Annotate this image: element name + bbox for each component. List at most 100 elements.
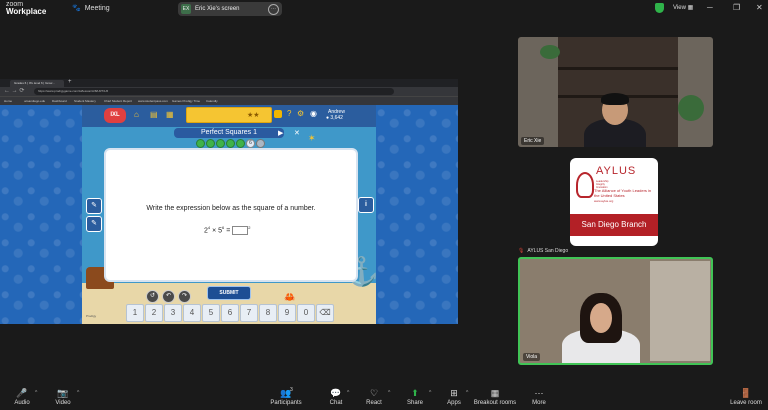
bookmarks-bar: Home ucsandiego.edu Dashboard Student Ma… [0,96,458,105]
back-icon[interactable]: ← → ⟳ [4,87,24,94]
video-tile-eric[interactable]: Eric Xie [518,37,713,147]
react-button[interactable]: ♡ React [363,387,385,406]
bookmark-item[interactable]: ucsandiego.edu [24,98,45,104]
new-tab-button[interactable]: + [68,79,72,85]
participant-name: 🎙 AYLUS San Diego [518,248,569,254]
answer-input[interactable] [232,225,249,235]
pencil-tool-button[interactable]: ✎ [86,198,102,214]
trophy-icon[interactable] [274,110,282,118]
ocean-background-left [0,105,82,324]
undo-button[interactable]: ↶ [162,290,175,303]
video-tile-aylus[interactable]: AYLUS Leadership Integrity Innovation Th… [518,149,713,259]
more-options-icon[interactable]: ⋯ [268,4,279,15]
submit-button[interactable]: SUBMIT [207,286,251,300]
apps-options-chevron-icon[interactable]: ^ [466,390,468,396]
close-panel-icon[interactable]: ✕ [294,129,300,137]
chat-options-chevron-icon[interactable]: ^ [347,390,349,396]
progress-dot-done [226,139,235,148]
eraser-tool-button[interactable]: ✎ [86,216,102,232]
bookmark-item[interactable]: Dashboard [52,98,67,104]
coin-count: ● 3,642 [326,115,343,121]
url-field[interactable]: https://www.prodigygame.com/ixl/lesson/A… [34,88,394,95]
apps-button[interactable]: ⊞ Apps [443,387,465,406]
security-shield-icon[interactable] [655,3,664,13]
key-5[interactable]: 5 [202,304,220,322]
settings-icon[interactable]: ⚙ [297,109,304,118]
key-3[interactable]: 3 [164,304,182,322]
starfish-icon: ✶ [308,133,316,143]
shared-screen: Grades 6 | IXL level 6 | Grow... + ← → ⟳… [0,79,458,324]
video-tile-viola[interactable]: Viola [518,257,713,365]
progress-dot-done [196,139,205,148]
key-1[interactable]: 1 [126,304,144,322]
participants-count: 3 [290,387,293,393]
audio-button[interactable]: 🎤 Audio [11,387,33,406]
participant-name: Viola [523,353,541,361]
home-icon[interactable]: ⌂ [134,110,139,119]
chat-button[interactable]: 💬 Chat [326,387,346,406]
close-button[interactable]: ✕ [756,3,763,12]
share-button[interactable]: ⬆ Share [404,387,426,406]
key-4[interactable]: 4 [183,304,201,322]
bookmark-item[interactable]: Calendly [206,98,218,104]
game-header: IXL ⌂ ▤ ▦ ★★ ? ⚙ ◉ Andrew ● 3,642 [82,105,376,127]
bookmark-item[interactable]: Games Prodigy Time [172,98,200,104]
reset-button[interactable]: ↺ [146,290,159,303]
screen-share-indicator[interactable]: EX Eric Xie's screen ⋯ [178,2,282,16]
progress-dot-done [206,139,215,148]
leave-icon: 🚪 [740,388,752,398]
meeting-toolbar: 🎤 Audio ^ 📷 Video ^ 👥 3 Participants 💬 Chat… [0,384,768,410]
progress-dot-done [236,139,245,148]
game-frame: IXL ⌂ ▤ ▦ ★★ ? ⚙ ◉ Andrew ● 3,642 Perfec… [0,105,458,324]
more-button[interactable]: ⋯ More [528,387,550,406]
key-7[interactable]: 7 [240,304,258,322]
bookmark-item[interactable]: Student Mastery [74,98,96,104]
game-area: IXL ⌂ ▤ ▦ ★★ ? ⚙ ◉ Andrew ● 3,642 Perfec… [82,105,376,324]
play-audio-icon[interactable]: ▶ [278,129,283,137]
question-prompt: Write the expression below as the square… [146,205,316,212]
sharer-avatar: EX [181,4,191,14]
avatar-icon[interactable]: ◉ [310,109,317,118]
more-icon: ⋯ [534,388,544,398]
react-options-chevron-icon[interactable]: ^ [388,390,390,396]
share-title: Eric Xie's screen [195,6,240,12]
minimize-button[interactable]: ─ [707,3,713,12]
bookmark-item[interactable]: Home [4,98,12,104]
microphone-muted-icon: 🎤 [16,388,28,398]
skill-title: Perfect Squares 1 [174,128,284,138]
bookmark-item[interactable]: Chief Student Report [104,98,132,104]
video-button[interactable]: 📷 Video [52,387,74,406]
map-icon[interactable]: ▦ [166,110,174,119]
muted-mic-icon: 🎙 [518,248,525,254]
share-options-chevron-icon[interactable]: ^ [429,390,431,396]
game-logo[interactable]: IXL [104,108,126,123]
branch-banner: San Diego Branch [570,214,658,236]
maximize-button[interactable]: ❐ [733,3,740,12]
key-6[interactable]: 6 [221,304,239,322]
breakout-rooms-button[interactable]: ▦ Breakout rooms [472,387,518,406]
bookmark-item[interactable]: www.studentpass.com [138,98,168,104]
progress-dot-upcoming [256,139,265,148]
redo-button[interactable]: ↷ [178,290,191,303]
audio-options-chevron-icon[interactable]: ^ [35,390,37,396]
view-menu[interactable]: View ▦ [673,4,693,11]
browser-tab[interactable]: Grades 6 | IXL level 6 | Grow... [10,80,64,87]
key-2[interactable]: 2 [145,304,163,322]
meeting-menu[interactable]: 🐾 Meeting [72,4,110,12]
backspace-key[interactable]: ⌫ [316,304,334,322]
game-footer: Prodigy [86,314,97,318]
info-button[interactable]: i [358,197,374,213]
book-icon[interactable]: ▤ [150,110,158,119]
key-9[interactable]: 9 [278,304,296,322]
chat-icon: 💬 [330,388,342,398]
camera-off-icon: 📷 [57,388,69,398]
video-options-chevron-icon[interactable]: ^ [77,390,79,396]
key-0[interactable]: 0 [297,304,315,322]
leave-room-button[interactable]: 🚪 Leave room [729,387,763,406]
participants-button[interactable]: 👥 3 Participants [266,387,306,406]
breakout-rooms-icon: ▦ [490,388,500,398]
key-8[interactable]: 8 [259,304,277,322]
paw-icon: 🐾 [72,5,81,12]
star-icon: ★★ [247,112,260,119]
help-icon[interactable]: ? [287,109,291,118]
